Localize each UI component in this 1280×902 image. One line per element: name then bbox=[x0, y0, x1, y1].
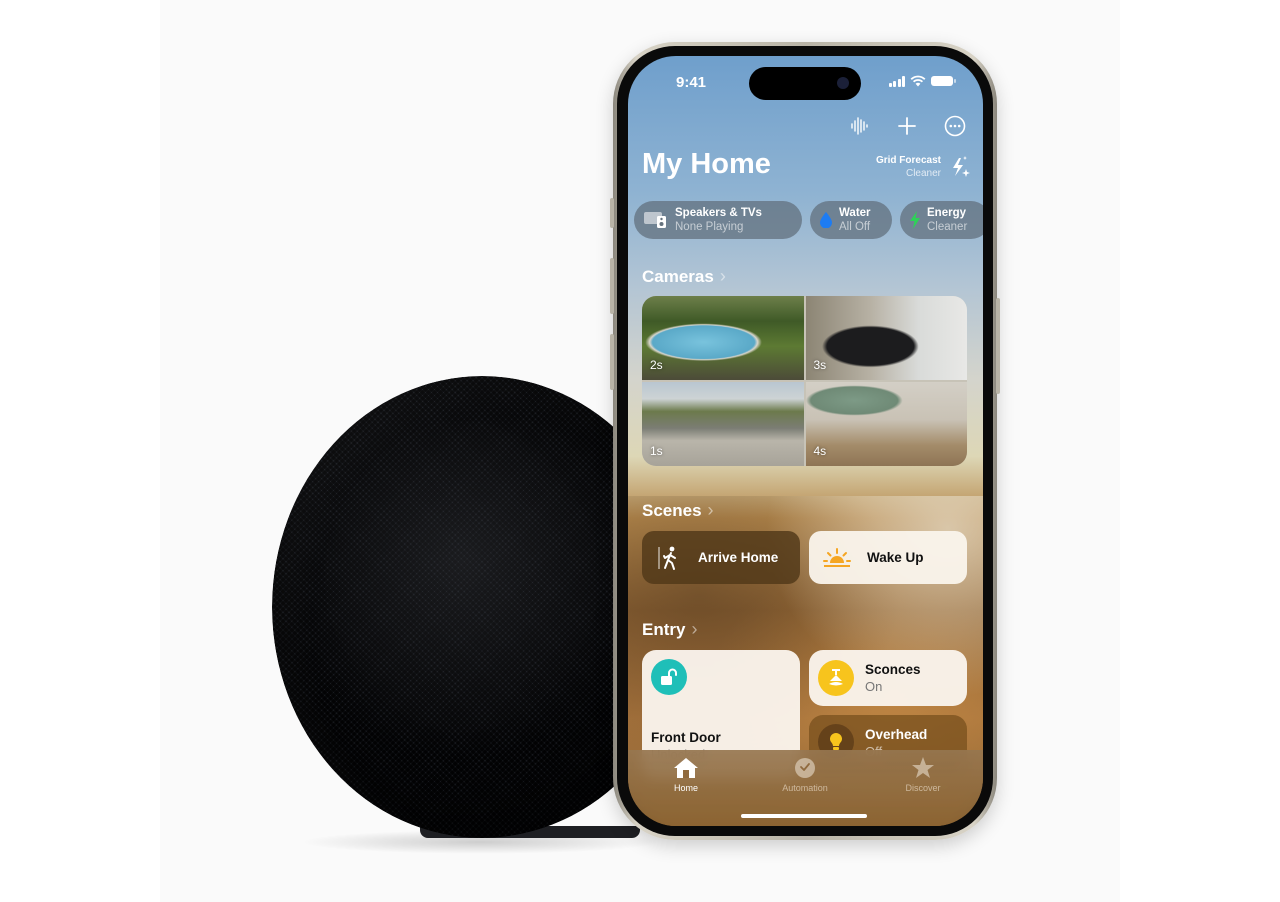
clock-check-icon bbox=[795, 758, 815, 778]
tab-home[interactable]: Home bbox=[641, 756, 731, 793]
more-icon[interactable] bbox=[943, 114, 967, 138]
bolt-icon bbox=[910, 211, 920, 229]
dynamic-island bbox=[749, 67, 861, 100]
homepod-mini-speaker bbox=[272, 376, 632, 838]
camera-age: 4s bbox=[813, 444, 827, 458]
water-drop-icon bbox=[820, 212, 832, 228]
speaker-mesh bbox=[272, 376, 632, 838]
accessory-name: Sconces bbox=[865, 662, 921, 677]
scene-label: Wake Up bbox=[867, 550, 924, 565]
ceiling-lamp-icon bbox=[818, 660, 854, 696]
toolbar bbox=[847, 114, 967, 138]
waveform-icon[interactable] bbox=[847, 114, 871, 138]
camera-grid: 2s 3s 1s 4s bbox=[642, 296, 967, 466]
star-icon bbox=[912, 757, 934, 778]
speaker-tv-icon bbox=[644, 212, 666, 228]
grid-forecast[interactable]: Grid Forecast Cleaner bbox=[876, 154, 941, 180]
camera-age: 2s bbox=[650, 358, 663, 372]
front-camera bbox=[837, 77, 849, 89]
pill-speakers-tvs[interactable]: Speakers & TVs None Playing bbox=[634, 201, 802, 239]
camera-feed-driveway[interactable]: 1s bbox=[642, 382, 804, 466]
scene-label: Arrive Home bbox=[698, 550, 779, 565]
section-scenes[interactable]: Scenes › bbox=[642, 500, 714, 521]
chevron-right-icon: › bbox=[719, 266, 726, 286]
status-icons bbox=[888, 75, 956, 87]
volume-up-button bbox=[610, 258, 614, 314]
camera-feed-living-room[interactable]: 4s bbox=[805, 382, 967, 466]
sunrise-icon bbox=[823, 547, 851, 567]
chevron-right-icon: › bbox=[707, 500, 714, 520]
section-title: Entry bbox=[642, 619, 686, 639]
grid-forecast-value: Cleaner bbox=[905, 168, 941, 179]
battery-icon bbox=[931, 76, 956, 86]
side-button bbox=[996, 298, 1000, 394]
pill-title: Speakers & TVs bbox=[675, 206, 762, 219]
plus-icon[interactable] bbox=[895, 114, 919, 138]
tab-label: Automation bbox=[782, 783, 828, 793]
walk-icon bbox=[658, 546, 676, 570]
wifi-icon bbox=[910, 75, 926, 87]
unlock-icon bbox=[651, 659, 687, 695]
summary-pills: Speakers & TVs None Playing Water All Of… bbox=[634, 201, 983, 239]
pill-energy[interactable]: Energy Cleaner bbox=[900, 201, 983, 239]
tab-automation[interactable]: Automation bbox=[760, 756, 850, 793]
accessory-sconces[interactable]: Sconces On bbox=[809, 650, 967, 706]
home-app-screen: 9:41 My Home Grid Forecast Cleaner Speak… bbox=[628, 56, 983, 826]
volume-down-button bbox=[610, 334, 614, 390]
chevron-right-icon: › bbox=[691, 619, 698, 639]
camera-feed-garage[interactable]: 3s bbox=[805, 296, 967, 380]
tab-label: Home bbox=[673, 783, 698, 793]
home-indicator[interactable] bbox=[741, 814, 867, 818]
grid-forecast-label: Grid Forecast bbox=[875, 155, 941, 166]
accessory-name: Front Door bbox=[651, 730, 721, 745]
tab-label: Discover bbox=[905, 783, 941, 793]
sparkle-bolt-icon bbox=[949, 154, 971, 185]
scene-arrive-home[interactable]: Arrive Home bbox=[642, 531, 800, 584]
scene-wake-up[interactable]: Wake Up bbox=[809, 531, 967, 584]
pill-title: Energy bbox=[927, 206, 966, 219]
house-icon bbox=[674, 758, 698, 778]
pill-subtitle: Cleaner bbox=[927, 220, 968, 233]
section-title: Scenes bbox=[642, 500, 702, 520]
pill-title: Water bbox=[839, 206, 871, 219]
pill-subtitle: None Playing bbox=[675, 220, 744, 233]
action-button bbox=[610, 198, 614, 228]
section-cameras[interactable]: Cameras › bbox=[642, 266, 726, 287]
section-title: Cameras bbox=[642, 266, 714, 286]
page-title: My Home bbox=[642, 148, 771, 180]
tab-discover[interactable]: Discover bbox=[878, 756, 968, 793]
camera-age: 1s bbox=[650, 444, 663, 458]
section-entry[interactable]: Entry › bbox=[642, 619, 697, 640]
pill-subtitle: All Off bbox=[839, 220, 871, 233]
accessory-state: On bbox=[865, 679, 883, 694]
status-time: 9:41 bbox=[676, 74, 707, 91]
camera-feed-pool[interactable]: 2s bbox=[642, 296, 804, 380]
accessory-name: Overhead bbox=[865, 727, 928, 742]
cellular-signal-icon bbox=[888, 75, 905, 87]
pill-water[interactable]: Water All Off bbox=[810, 201, 892, 239]
camera-age: 3s bbox=[813, 358, 827, 372]
